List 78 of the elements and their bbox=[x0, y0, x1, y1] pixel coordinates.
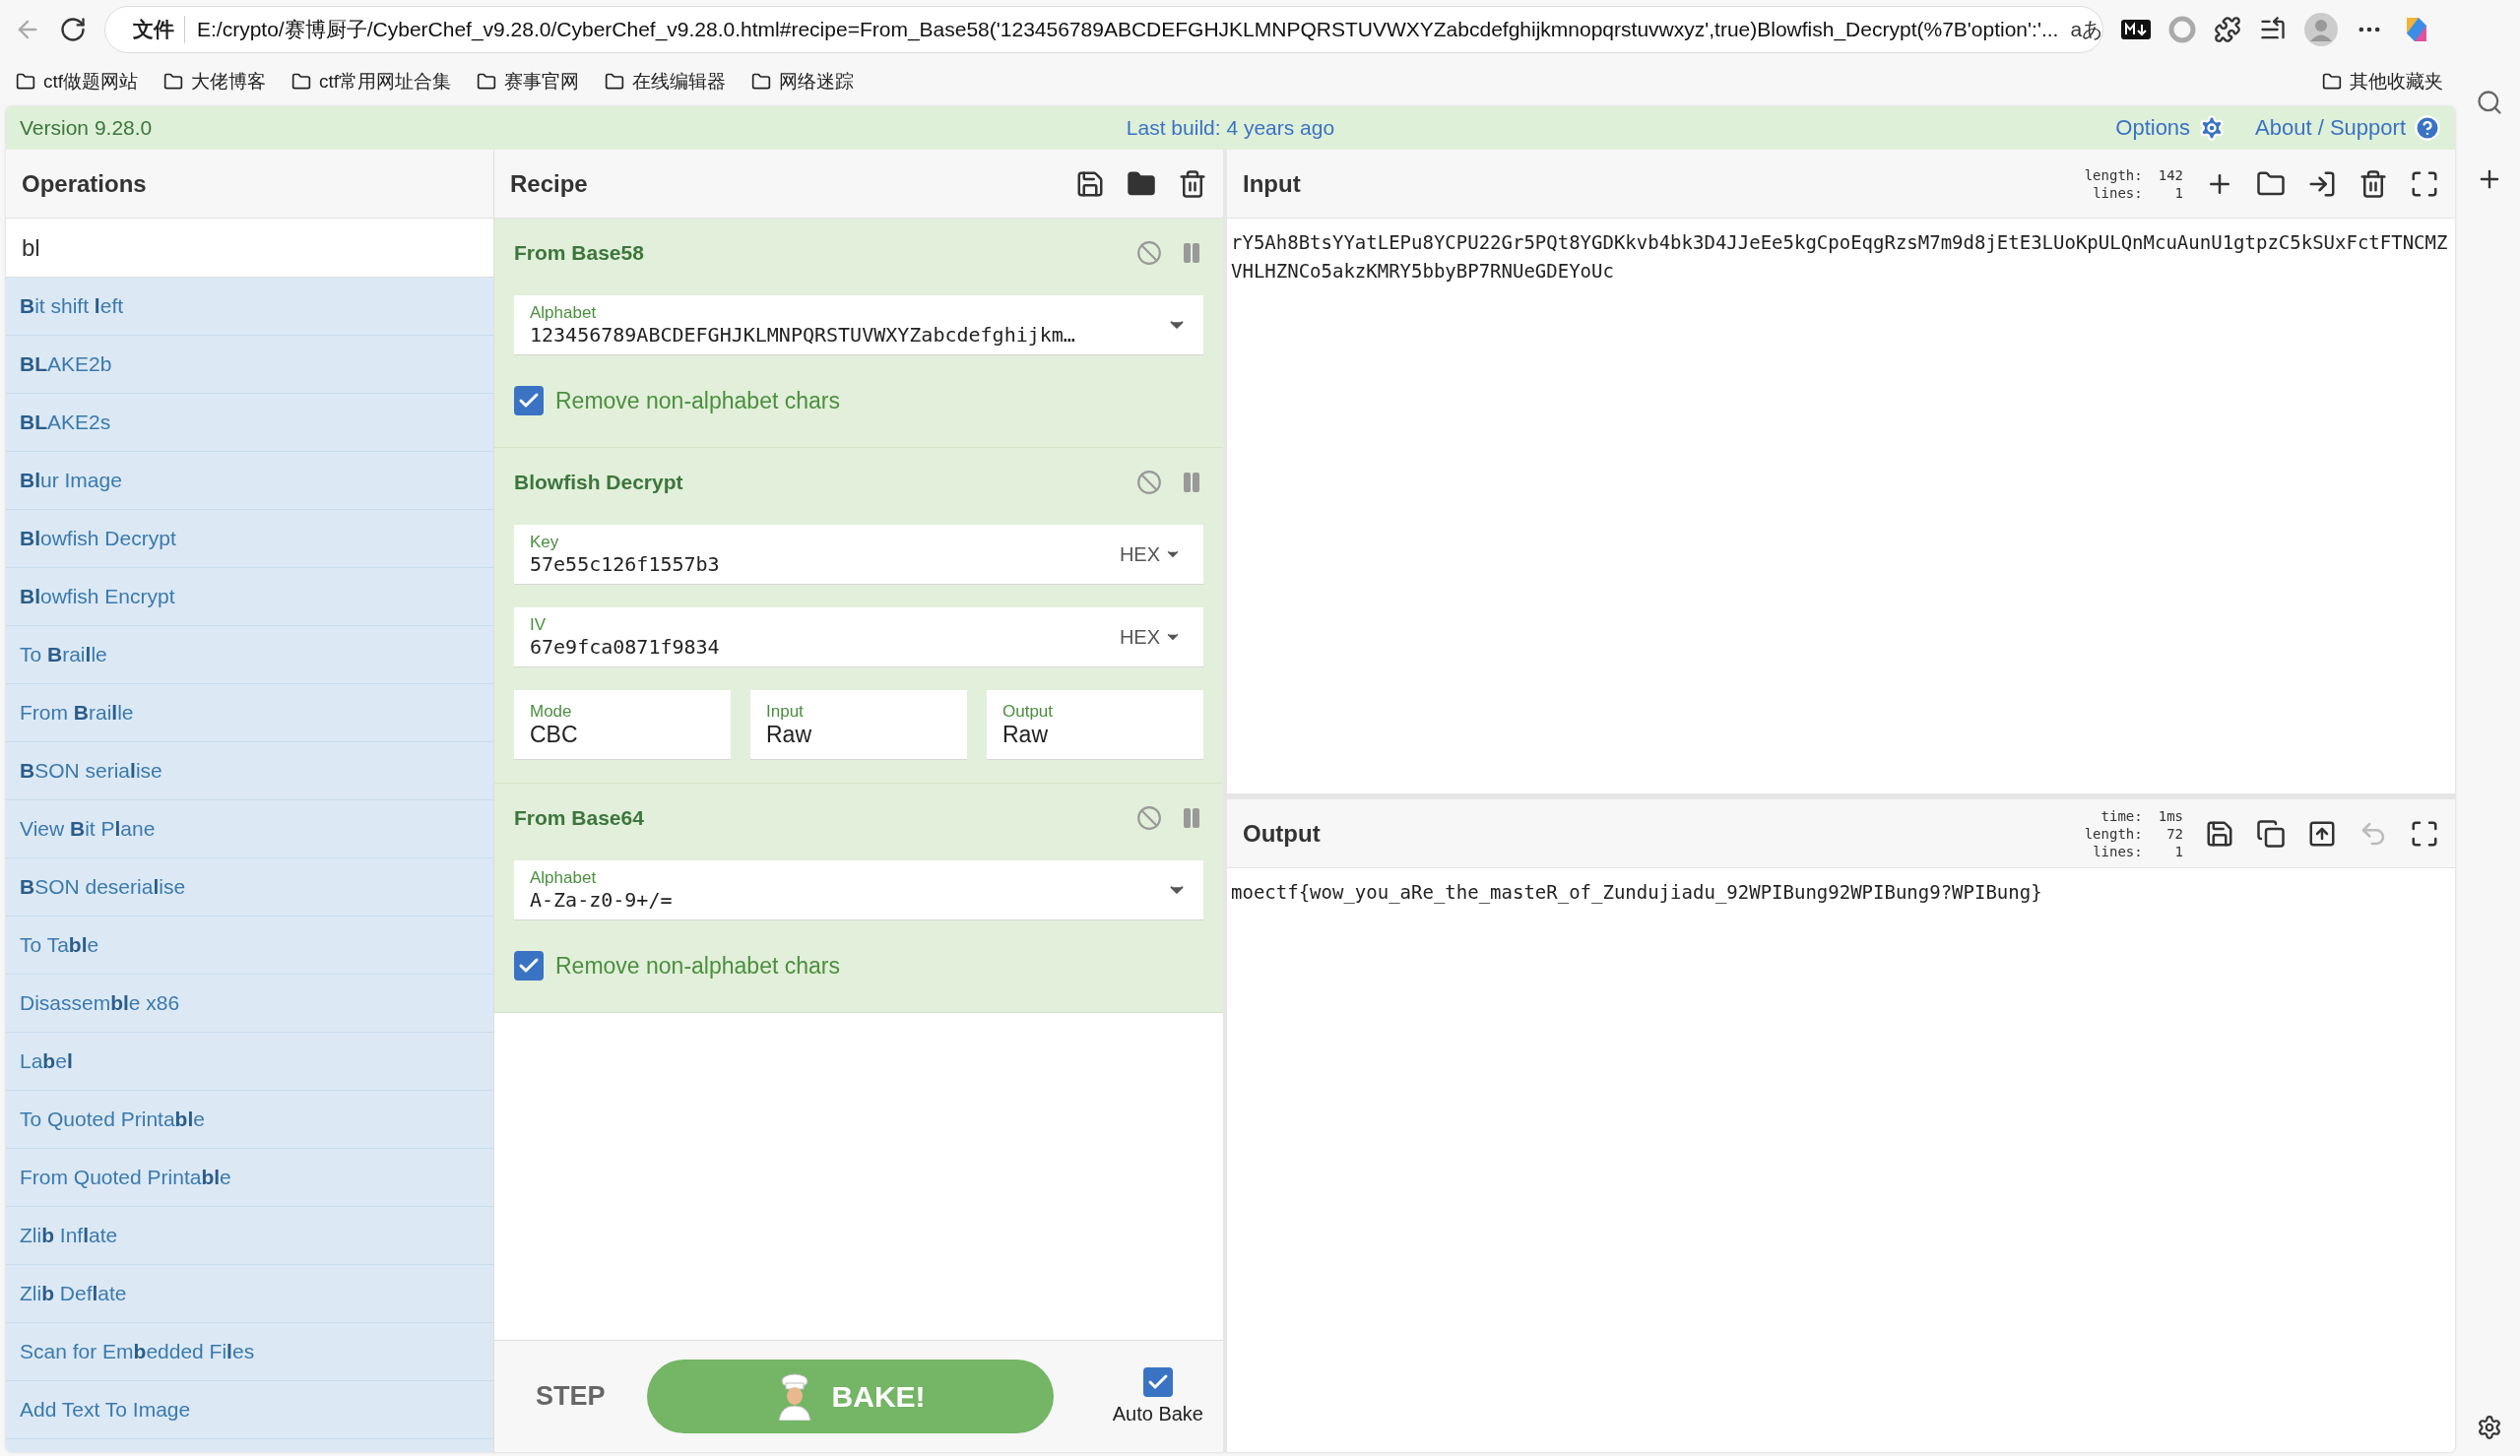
checkbox[interactable] bbox=[514, 951, 544, 981]
bookmark[interactable]: 在线编辑器 bbox=[605, 69, 727, 95]
search-icon[interactable] bbox=[2476, 89, 2503, 116]
toggle-dropdown[interactable]: HEX bbox=[1113, 624, 1188, 650]
step-button[interactable]: STEP bbox=[530, 1380, 612, 1413]
operation-item[interactable]: BLAKE2s bbox=[6, 394, 493, 452]
folder-icon bbox=[291, 72, 312, 92]
operation-item[interactable]: Blowfish Decrypt bbox=[6, 510, 493, 568]
bookmark[interactable]: 其他收藏夹 bbox=[2322, 69, 2443, 95]
folder-icon bbox=[605, 72, 625, 92]
options-link[interactable]: Options bbox=[2115, 114, 2227, 142]
avatar-icon[interactable] bbox=[2304, 13, 2338, 46]
operation-item[interactable]: To Table bbox=[6, 917, 493, 975]
address-bar[interactable]: 文件 E:/crypto/赛博厨子/CyberChef_v9.28.0/CyberChef_v9.28.0.html#recipe=From_Base58('123456789ABCDEFGHJKLMNPQRSTUVWXYZabcdefghijkmnopqrstuvwxyz',true)Blowfish_Decrypt(%7B'option':'... aあ bbox=[104, 6, 2103, 53]
checkbox-label: Remove non-alphabet chars bbox=[555, 952, 840, 980]
reload-icon[interactable] bbox=[59, 16, 87, 43]
panel-title: Operations bbox=[22, 169, 148, 198]
operation-item[interactable]: Add Text To Image bbox=[6, 1381, 493, 1439]
operation-item[interactable]: BSON deserialise bbox=[6, 858, 493, 917]
bookmark[interactable]: ctf做题网站 bbox=[16, 69, 139, 95]
operation-item[interactable]: BSON serialise bbox=[6, 742, 493, 800]
operation-item[interactable]: Blur Image bbox=[6, 452, 493, 510]
extensions-icon[interactable] bbox=[2214, 16, 2241, 43]
select-field[interactable]: Output Raw bbox=[987, 690, 1203, 759]
operation-item[interactable]: View Bit Plane bbox=[6, 800, 493, 858]
input-field[interactable]: Key 57e55c126f1557b3 HEX bbox=[514, 525, 1203, 584]
trash-icon[interactable] bbox=[1178, 168, 1207, 199]
operation-item[interactable]: From Quoted Printable bbox=[6, 1149, 493, 1207]
panel-title: Recipe bbox=[510, 169, 589, 198]
select-field[interactable]: Input Raw bbox=[750, 690, 967, 759]
operation-item[interactable]: From Braille bbox=[6, 684, 493, 742]
folder-icon bbox=[751, 72, 772, 92]
pane-title: Output bbox=[1243, 819, 1322, 848]
settings-icon[interactable] bbox=[2477, 1415, 2502, 1440]
operation-item[interactable]: Blowfish Encrypt bbox=[6, 568, 493, 626]
read-aloud-icon[interactable]: aあ bbox=[2070, 16, 2102, 43]
toggle-dropdown[interactable]: HEX bbox=[1113, 541, 1188, 567]
bookmark[interactable]: 赛事官网 bbox=[477, 69, 580, 95]
folder-icon bbox=[163, 72, 184, 92]
operation-item[interactable]: To Quoted Printable bbox=[6, 1091, 493, 1149]
operation-item[interactable]: Scan for Embedded Files bbox=[6, 1323, 493, 1381]
checkbox-label: Remove non-alphabet chars bbox=[555, 387, 840, 414]
bookmark[interactable]: ctf常用网址合集 bbox=[291, 69, 452, 95]
folder-icon bbox=[2322, 72, 2342, 92]
stats-readout: length: 142 lines: 1 bbox=[2084, 165, 2183, 202]
operation-item[interactable]: Label bbox=[6, 1033, 493, 1091]
operation-title: From Base64 bbox=[514, 806, 645, 830]
build-label: Last build: 4 years ago bbox=[1126, 116, 1335, 140]
checkbox[interactable] bbox=[1142, 1367, 1173, 1397]
checkbox-label: Auto Bake bbox=[1112, 1403, 1203, 1425]
about-link[interactable]: About / Support bbox=[2255, 114, 2441, 142]
version-label: Version 9.28.0 bbox=[20, 116, 154, 140]
operation-title: Blowfish Decrypt bbox=[514, 471, 684, 494]
checkbox[interactable] bbox=[514, 386, 544, 415]
stats-readout: time: 1ms length: 72 lines: 1 bbox=[2084, 806, 2183, 860]
operation-item[interactable]: To Braille bbox=[6, 626, 493, 684]
copy-icon[interactable] bbox=[2256, 818, 2286, 849]
bookmark[interactable]: 网络迷踪 bbox=[751, 69, 855, 95]
search-field[interactable]: bl bbox=[6, 219, 493, 278]
trash-icon[interactable] bbox=[2358, 168, 2388, 199]
input-field[interactable]: Alphabet 123456789ABCDEFGHJKLMNPQRSTUVWXYZabcdefghijkm… bbox=[514, 295, 1203, 354]
output-text[interactable]: moectf{wow_you_aRe_the_masteR_of_Zundujiadu_92WPIBung92WPIBung9?WPIBung} bbox=[1227, 868, 2455, 1452]
operation-item[interactable]: Zlib Inflate bbox=[6, 1207, 493, 1265]
operation-item[interactable]: Zlib Deflate bbox=[6, 1265, 493, 1323]
operation-item[interactable]: BLAKE2b bbox=[6, 336, 493, 394]
gear-icon bbox=[2198, 114, 2227, 142]
help-icon bbox=[2414, 114, 2441, 142]
operation-title: From Base58 bbox=[514, 241, 645, 265]
select-field[interactable]: Mode CBC bbox=[514, 690, 731, 759]
folder-icon bbox=[477, 72, 497, 92]
input-field[interactable]: Alphabet A-Za-z0-9+/= bbox=[514, 860, 1203, 919]
pane-title: Input bbox=[1243, 169, 1302, 198]
input-field[interactable]: IV 67e9fca0871f9834 HEX bbox=[514, 607, 1203, 666]
folder-icon bbox=[16, 72, 35, 92]
markdown-icon[interactable] bbox=[2121, 20, 2151, 39]
operation-item[interactable]: Bit shift left bbox=[6, 278, 493, 336]
bookmark[interactable]: 大佬博客 bbox=[163, 69, 267, 95]
operation-item[interactable]: Disassemble x86 bbox=[6, 975, 493, 1033]
